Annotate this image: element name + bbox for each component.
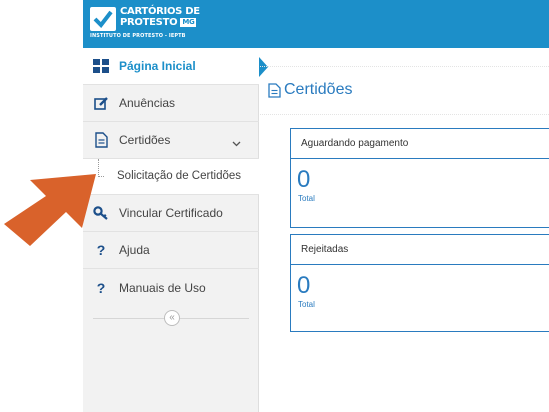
card-caption: Total bbox=[298, 194, 315, 203]
status-card-rejeitadas[interactable]: Rejeitadas 0 Total bbox=[290, 234, 549, 332]
top-bar: CARTÓRIOS DE PROTESTO MG INSTITUTO DE PRO… bbox=[83, 0, 549, 48]
sidebar-subitem-label: Solicitação de Certidões bbox=[117, 170, 242, 182]
edit-icon bbox=[93, 95, 109, 111]
document-icon bbox=[268, 82, 281, 98]
sidebar-item-label: Vincular Certificado bbox=[119, 206, 223, 220]
brand-logo[interactable]: CARTÓRIOS DE PROTESTO MG INSTITUTO DE PRO… bbox=[90, 6, 200, 43]
sidebar-item-manuais-de-uso[interactable]: ? Manuais de Uso bbox=[83, 269, 259, 306]
chevron-down-icon[interactable] bbox=[232, 136, 241, 150]
grid-icon bbox=[93, 58, 109, 74]
sidebar-item-pagina-inicial[interactable]: Página Inicial bbox=[83, 48, 268, 85]
app-window: CARTÓRIOS DE PROTESTO MG INSTITUTO DE PRO… bbox=[0, 0, 549, 412]
sidebar: Página Inicial Anuências Certidões Solic… bbox=[83, 48, 268, 412]
brand-line1: CARTÓRIOS DE bbox=[120, 6, 200, 17]
card-value: 0 bbox=[297, 166, 311, 193]
sidebar-item-label: Certidões bbox=[119, 133, 171, 147]
collapse-sidebar-button[interactable]: « bbox=[164, 310, 180, 326]
active-indicator bbox=[259, 57, 268, 77]
annotation-arrow-icon bbox=[4, 174, 96, 246]
card-header: Aguardando pagamento bbox=[291, 129, 549, 159]
sidebar-item-vincular-certificado[interactable]: Vincular Certificado bbox=[83, 195, 259, 232]
sidebar-item-label: Anuências bbox=[119, 96, 176, 110]
checkmark-logo-icon bbox=[90, 7, 116, 31]
sidebar-item-label: Página Inicial bbox=[119, 59, 196, 73]
document-icon bbox=[93, 132, 109, 148]
question-icon: ? bbox=[96, 279, 106, 296]
status-card-aguardando[interactable]: Aguardando pagamento 0 Total bbox=[290, 128, 549, 228]
page-title-text: Certidões bbox=[284, 81, 353, 98]
sidebar-item-label: Manuais de Uso bbox=[119, 280, 206, 295]
card-header: Rejeitadas bbox=[291, 235, 549, 265]
card-value: 0 bbox=[297, 272, 311, 299]
brand-name: PROTESTO bbox=[120, 17, 178, 28]
sidebar-item-label: Ajuda bbox=[119, 243, 150, 257]
brand-badge: MG bbox=[180, 18, 197, 27]
sidebar-item-anuencias[interactable]: Anuências bbox=[83, 85, 259, 122]
brand-tagline: INSTITUTO DE PROTESTO - IEPTB bbox=[90, 33, 186, 39]
sidebar-item-certidoes[interactable]: Certidões bbox=[83, 122, 259, 159]
card-caption: Total bbox=[298, 300, 315, 309]
sidebar-item-ajuda[interactable]: ? Ajuda bbox=[83, 232, 259, 269]
sidebar-subitem-solicitacao-certidoes[interactable]: Solicitação de Certidões bbox=[83, 159, 259, 195]
sidebar-collapse-row: « bbox=[83, 308, 259, 330]
brand-line2: PROTESTO MG bbox=[120, 17, 197, 28]
divider bbox=[260, 114, 549, 115]
divider bbox=[260, 66, 549, 67]
page-title: Certidões bbox=[268, 81, 352, 99]
